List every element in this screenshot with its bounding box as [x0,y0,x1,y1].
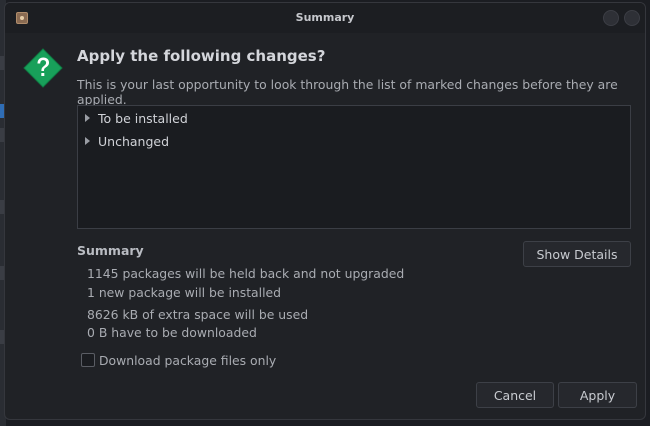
summary-line-extra-space: 8626 kB of extra space will be used [87,307,309,322]
title-bar[interactable]: Summary [5,3,645,33]
expander-arrow-icon[interactable] [85,114,90,122]
summary-dialog: Summary Apply the following changes? Thi… [4,2,646,420]
tree-item-label: Unchanged [98,134,170,149]
expander-arrow-icon[interactable] [85,137,90,145]
changes-tree[interactable]: To be installed Unchanged [77,105,631,229]
download-only-label[interactable]: Download package files only [99,353,276,368]
summary-title: Summary [77,243,144,258]
summary-line-new-package: 1 new package will be installed [87,285,282,300]
question-icon [23,48,63,88]
minimize-button[interactable] [603,10,619,26]
apply-button[interactable]: Apply [558,382,637,408]
summary-line-download-size: 0 B have to be downloaded [87,325,257,340]
close-button[interactable] [624,10,640,26]
tree-item-to-be-installed[interactable]: To be installed [78,108,630,130]
cancel-button[interactable]: Cancel [476,382,554,408]
summary-line-held-back: 1145 packages will be held back and not … [87,266,405,281]
download-only-checkbox[interactable] [81,353,95,367]
tree-item-label: To be installed [98,111,188,126]
dialog-heading: Apply the following changes? [77,47,326,65]
tree-item-unchanged[interactable]: Unchanged [78,131,630,153]
window-title: Summary [295,11,355,24]
show-details-button[interactable]: Show Details [523,241,631,267]
dialog-subtext: This is your last opportunity to look th… [77,77,618,107]
